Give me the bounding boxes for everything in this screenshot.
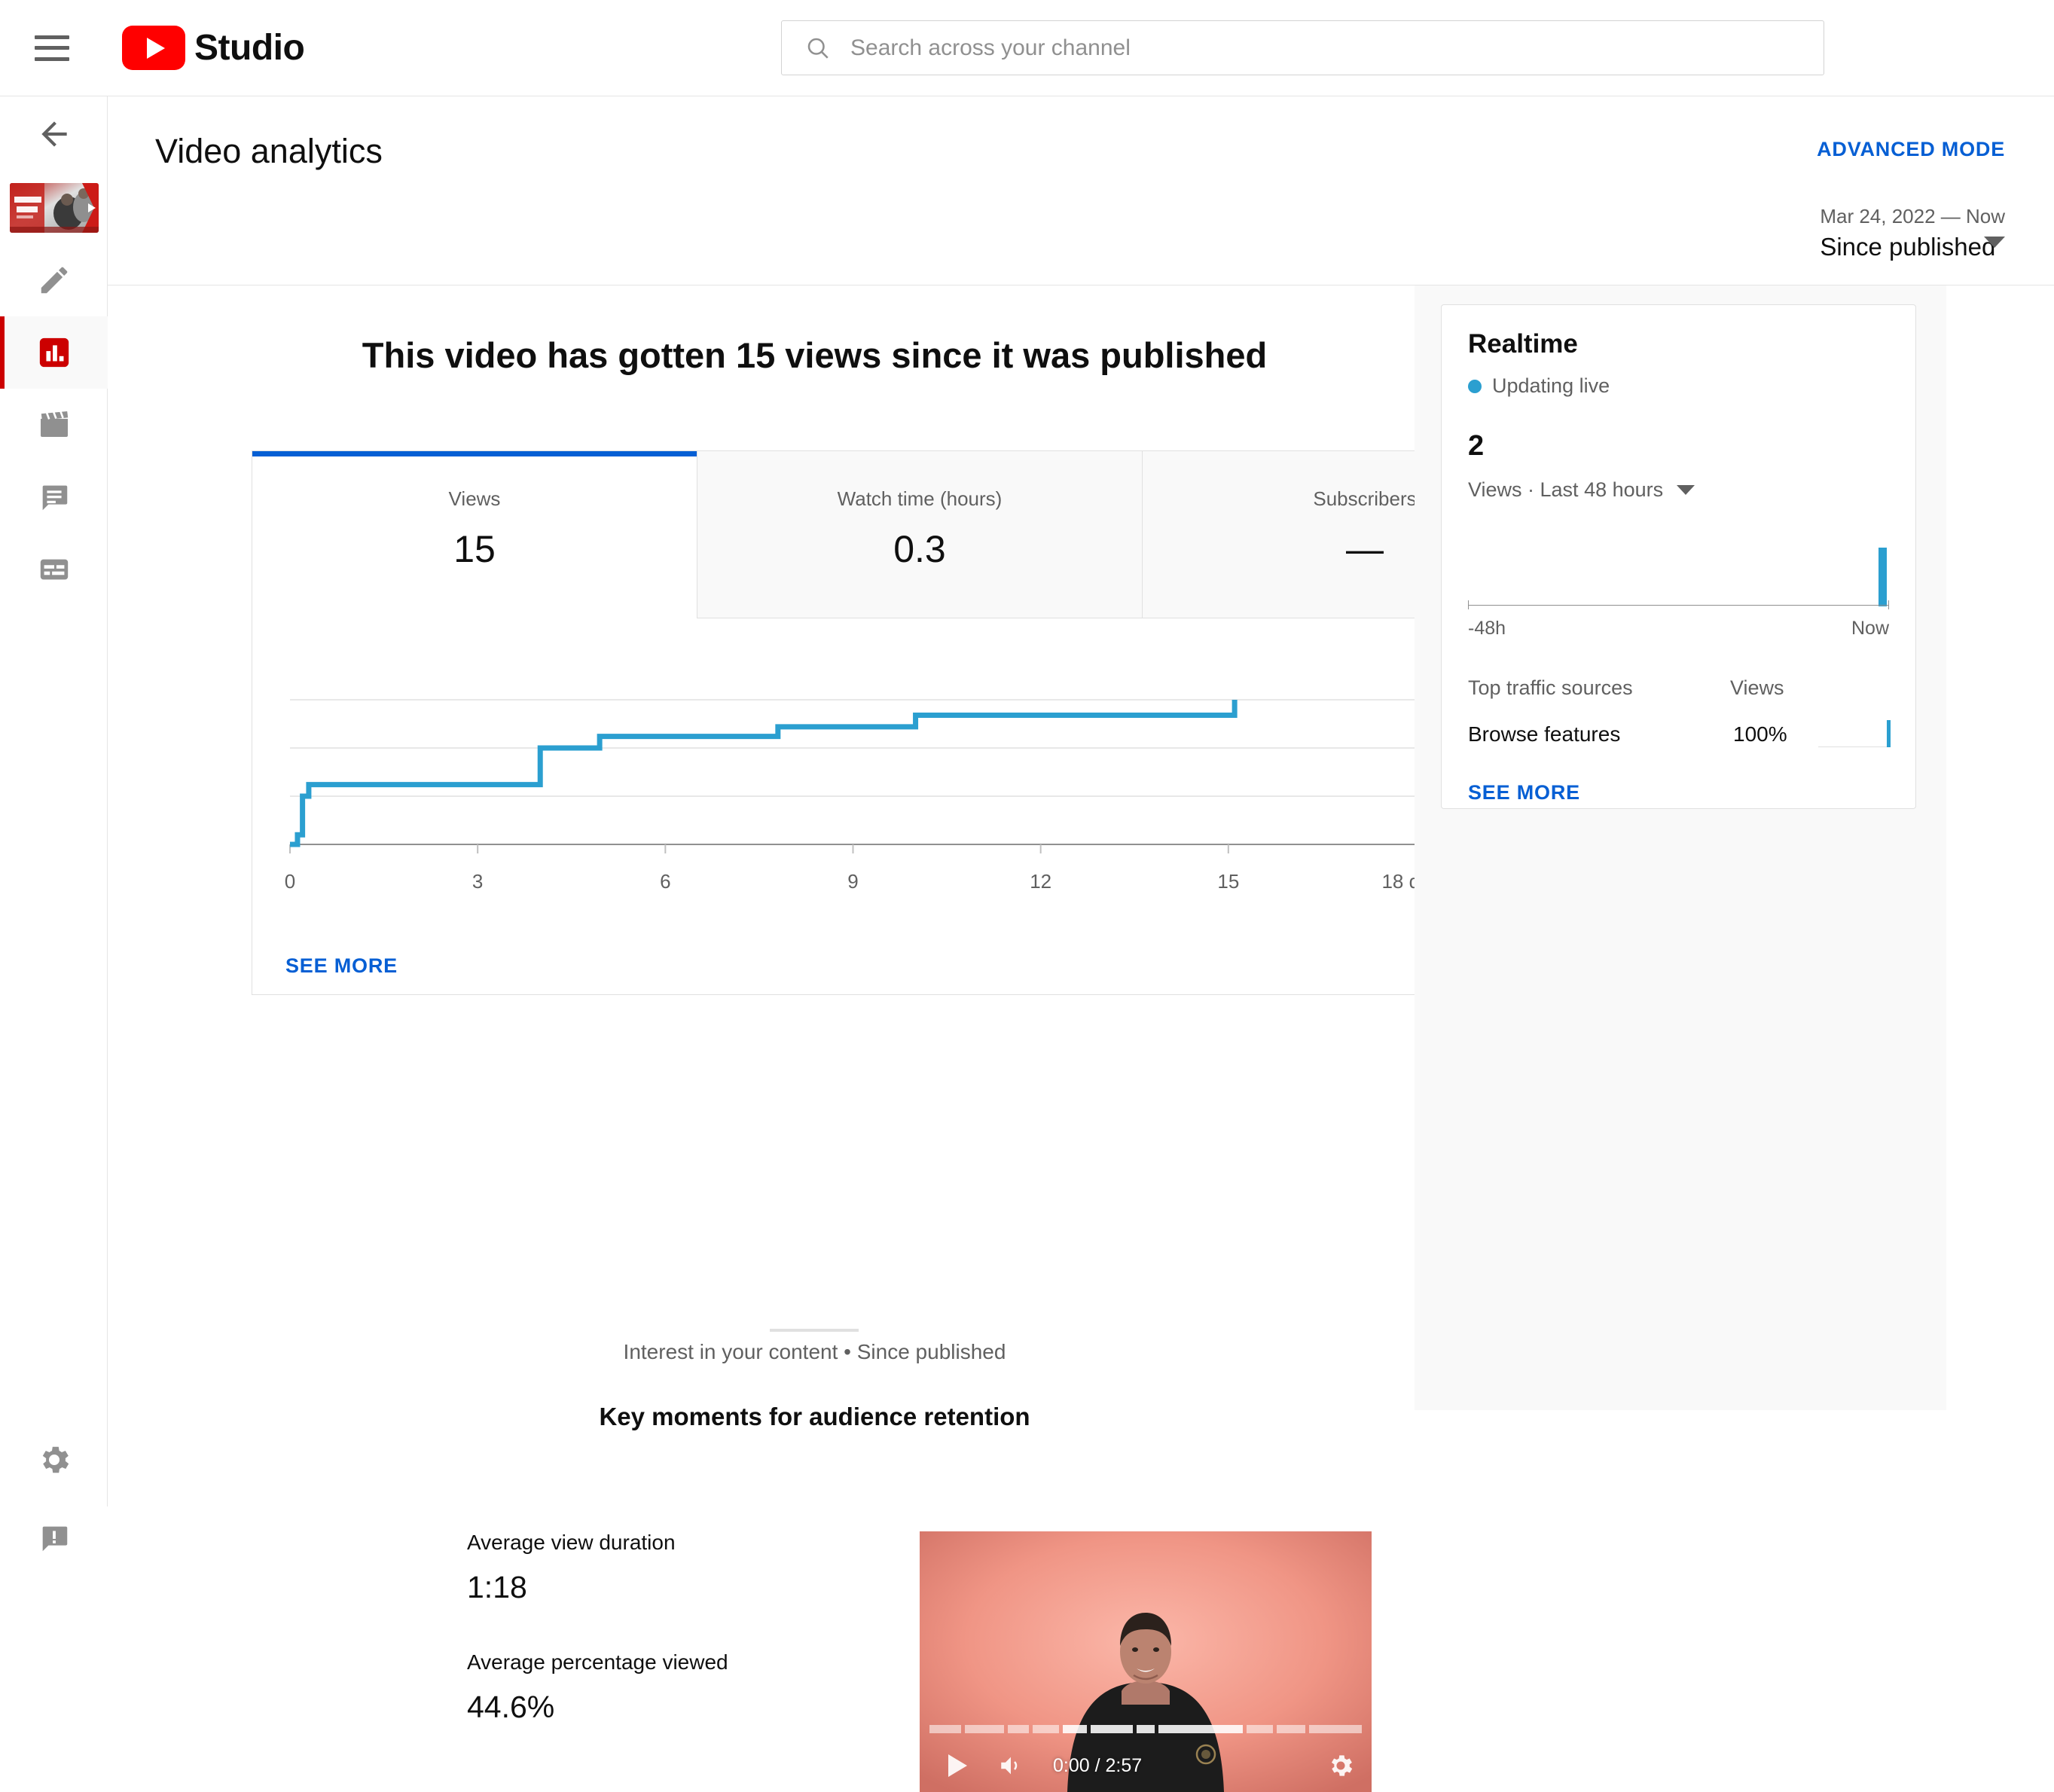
- traffic-source-bar-track: [1818, 720, 1891, 747]
- realtime-axis-tick-left: [1468, 600, 1469, 609]
- realtime-bar-chart: [1442, 524, 1917, 606]
- views-chart-card: Views 15 Watch time (hours) 0.3 Subscrib…: [252, 450, 1588, 995]
- section-divider: [770, 1329, 859, 1332]
- traffic-source-bar: [1887, 720, 1891, 747]
- average-percentage-label: Average percentage viewed: [467, 1650, 728, 1674]
- sidebar-item-settings[interactable]: [0, 1424, 108, 1496]
- date-range-label: Since published: [1820, 233, 1996, 261]
- traffic-source-percent: 100%: [1733, 722, 1787, 746]
- search-icon: [807, 38, 829, 59]
- overview-headline: This video has gotten 15 views since it …: [362, 335, 1268, 375]
- video-thumbnail: [9, 183, 99, 233]
- realtime-live-label: Updating live: [1492, 374, 1610, 397]
- svg-text:6: 6: [660, 870, 670, 893]
- hamburger-icon[interactable]: [35, 35, 69, 61]
- metric-tab-views[interactable]: Views 15: [252, 451, 697, 618]
- feedback-icon: [42, 1526, 67, 1552]
- realtime-see-more-link[interactable]: SEE MORE: [1468, 781, 1580, 804]
- video-player[interactable]: 0:00 / 2:57: [920, 1531, 1372, 1792]
- sidebar-item-subtitles[interactable]: [0, 533, 108, 606]
- average-view-duration-value: 1:18: [467, 1570, 527, 1604]
- realtime-axis-label-right: Now: [1851, 618, 1889, 639]
- bar-chart-icon: [39, 337, 69, 368]
- pencil-icon: [41, 267, 67, 294]
- date-range-selector[interactable]: Mar 24, 2022 — Now Since published: [1820, 205, 2005, 261]
- svg-text:12: 12: [1030, 870, 1051, 893]
- average-percentage-value: 44.6%: [467, 1690, 555, 1724]
- chevron-down-icon[interactable]: [1677, 485, 1695, 495]
- search-input[interactable]: [850, 35, 1754, 61]
- brand-label: Studio: [194, 28, 305, 68]
- metric-label: Views: [448, 487, 501, 510]
- search-box[interactable]: [781, 20, 1824, 75]
- metric-value: 15: [453, 528, 496, 570]
- volume-icon[interactable]: [996, 1753, 1026, 1778]
- views-chart-svg: 0510150369121518 days: [285, 689, 1474, 893]
- sidebar-item-back[interactable]: [0, 96, 108, 172]
- traffic-sources-header: Top traffic sources: [1468, 676, 1633, 699]
- realtime-count: 2: [1468, 430, 1485, 462]
- sidebar-item-send-feedback[interactable]: [0, 1502, 108, 1574]
- sidebar-item-details[interactable]: [0, 244, 108, 316]
- metric-label: Watch time (hours): [837, 487, 1003, 510]
- chevron-down-icon[interactable]: [1984, 237, 2005, 248]
- video-time-display: 0:00 / 2:57: [1053, 1754, 1143, 1776]
- left-rail: [0, 96, 108, 1552]
- average-view-duration-block: Average view duration 1:18: [467, 1531, 676, 1605]
- svg-text:9: 9: [847, 870, 858, 893]
- sidebar-item-video-thumbnail[interactable]: [0, 172, 108, 244]
- realtime-metric-selector[interactable]: Views · Last 48 hours: [1468, 478, 1695, 502]
- metric-tab-watch-time[interactable]: Watch time (hours) 0.3: [697, 451, 1143, 618]
- realtime-bar: [1879, 548, 1887, 606]
- metric-tab-group: Views 15 Watch time (hours) 0.3 Subscrib…: [252, 451, 1587, 618]
- video-controls: 0:00 / 2:57: [920, 1739, 1372, 1792]
- sidebar-item-analytics[interactable]: [0, 316, 108, 389]
- live-dot-icon: [1468, 379, 1482, 393]
- views-line-chart: 0510150369121518 days: [252, 618, 1587, 950]
- gear-icon: [42, 1446, 69, 1473]
- top-bar: Studio: [0, 0, 2054, 96]
- realtime-live-status: Updating live: [1468, 374, 1610, 398]
- gear-icon[interactable]: [1326, 1751, 1355, 1780]
- svg-text:15: 15: [1217, 870, 1239, 893]
- play-icon[interactable]: [948, 1754, 967, 1777]
- metric-label: Subscribers: [1313, 487, 1417, 510]
- page-title: Video analytics: [155, 132, 383, 170]
- comment-icon: [42, 485, 67, 511]
- traffic-views-header: Views: [1730, 676, 1784, 699]
- video-chapter-bar[interactable]: [929, 1725, 1362, 1733]
- key-moments-title: Key moments for audience retention: [599, 1403, 1030, 1430]
- realtime-axis: [1468, 605, 1889, 606]
- svg-text:3: 3: [472, 870, 483, 893]
- realtime-axis-tick-right: [1888, 600, 1889, 609]
- traffic-source-name: Browse features: [1468, 722, 1621, 746]
- studio-logo[interactable]: Studio: [122, 26, 305, 70]
- arrow-left-icon: [41, 121, 67, 147]
- realtime-title: Realtime: [1468, 329, 1578, 359]
- realtime-subtitle: Views · Last 48 hours: [1468, 478, 1664, 501]
- chart-see-more-link[interactable]: SEE MORE: [285, 954, 398, 978]
- overview-column: This video has gotten 15 views since it …: [108, 285, 1588, 1792]
- metric-value: 0.3: [893, 528, 946, 570]
- metric-value: —: [1346, 528, 1384, 570]
- subtitles-icon: [40, 559, 68, 580]
- realtime-axis-label-left: -48h: [1468, 618, 1506, 639]
- sidebar-item-editor[interactable]: [0, 389, 108, 461]
- average-percentage-viewed-block: Average percentage viewed 44.6%: [467, 1650, 728, 1725]
- sidebar-item-comments[interactable]: [0, 461, 108, 533]
- realtime-card: Realtime Updating live 2 Views · Last 48…: [1441, 304, 1916, 809]
- interest-label: Interest in your content • Since publish…: [623, 1340, 1006, 1363]
- date-range-period: Mar 24, 2022 — Now: [1820, 205, 2005, 227]
- svg-text:0: 0: [285, 870, 295, 893]
- realtime-column: Realtime Updating live 2 Views · Last 48…: [1415, 285, 1946, 1410]
- average-view-duration-label: Average view duration: [467, 1531, 676, 1554]
- youtube-play-icon: [122, 26, 185, 70]
- clapperboard-icon: [40, 411, 68, 437]
- advanced-mode-button[interactable]: ADVANCED MODE: [1817, 138, 2005, 161]
